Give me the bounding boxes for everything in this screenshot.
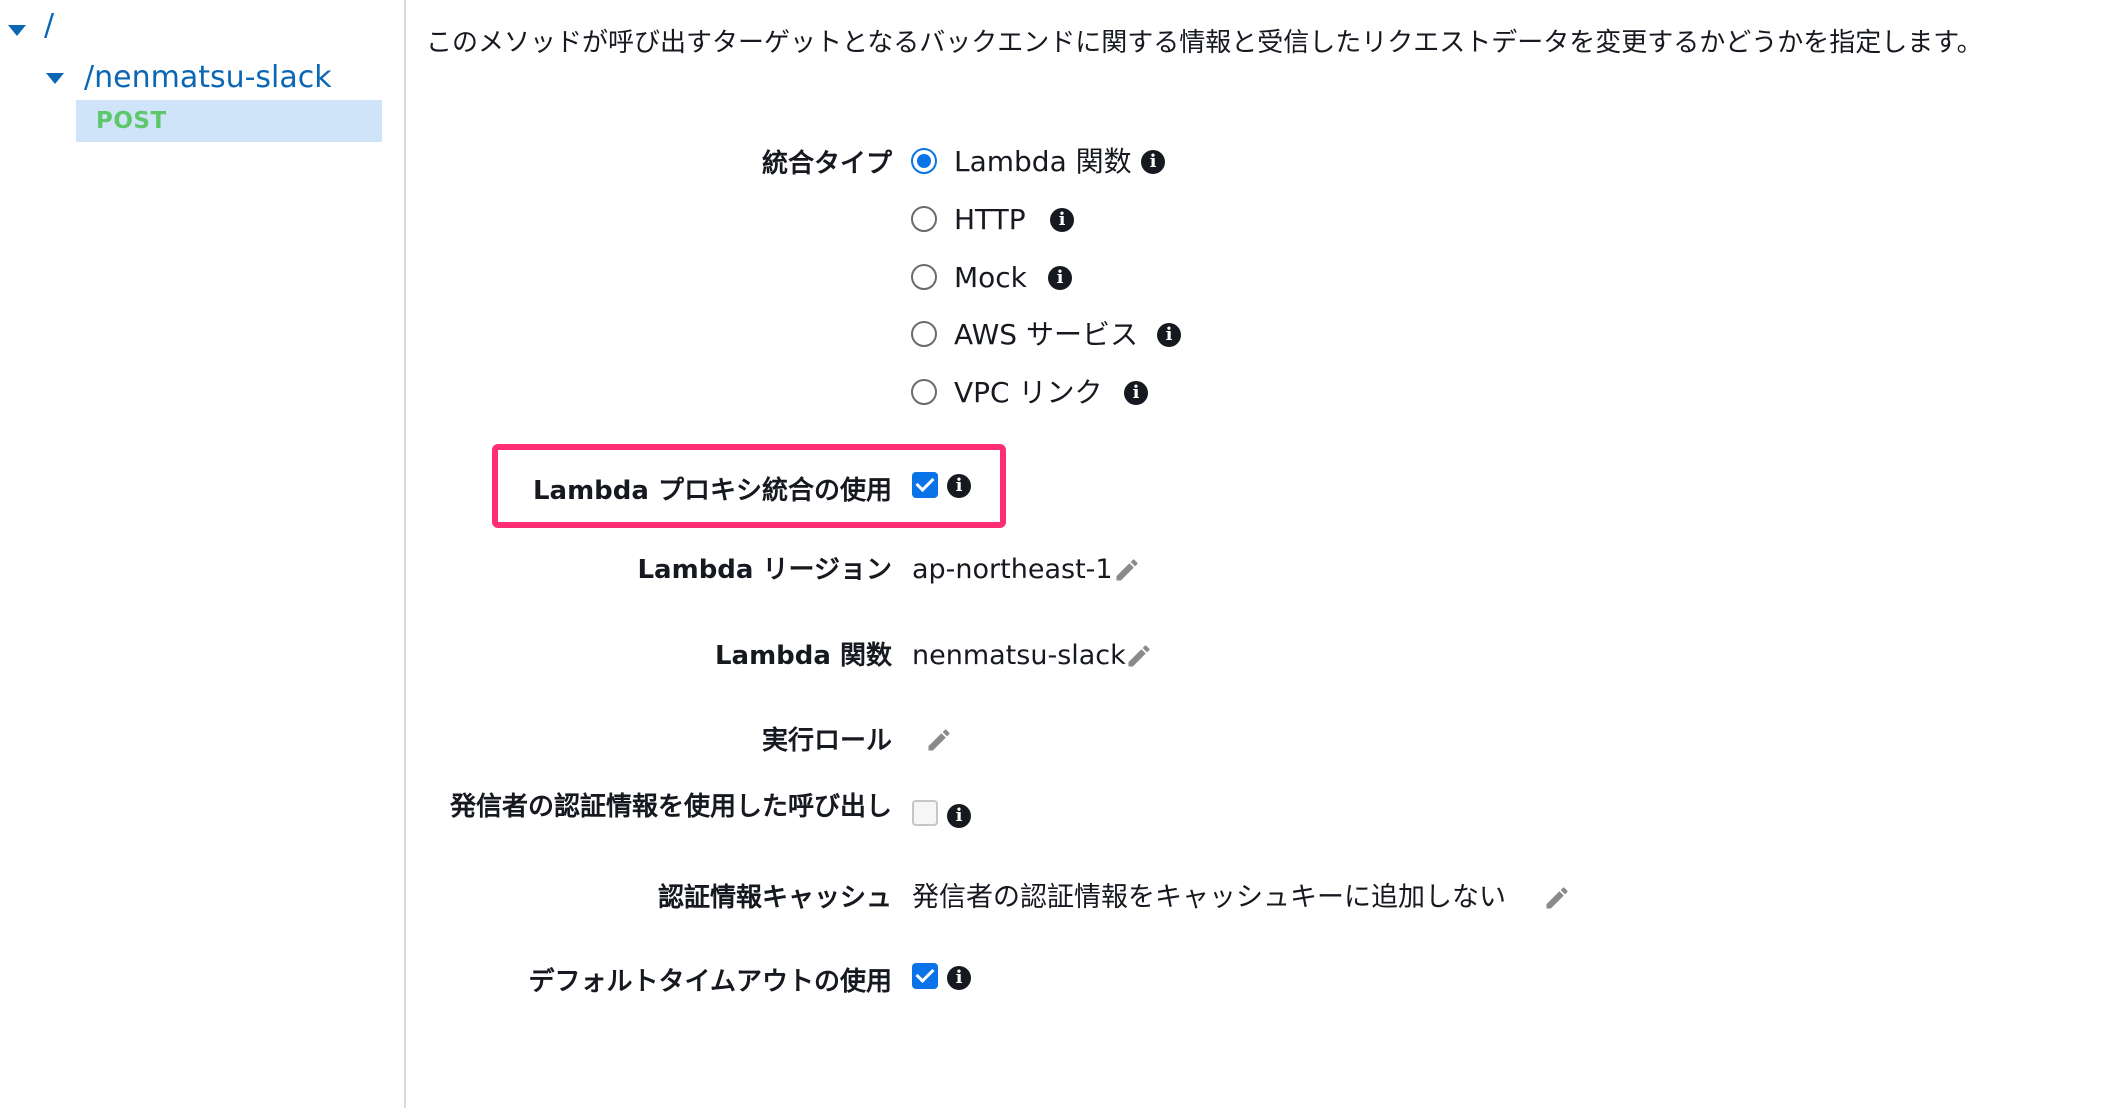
info-icon[interactable]: i (1050, 208, 1074, 232)
default-timeout-label: デフォルトタイムアウトの使用 (528, 967, 892, 997)
page-description: このメソッドが呼び出すターゲットとなるバックエンドに関する情報と受信したリクエス… (426, 28, 1983, 58)
radio-label-lambda-function[interactable]: Lambda 関数 (954, 144, 1132, 180)
tree-root-path[interactable]: / (44, 8, 54, 44)
info-icon[interactable]: i (947, 474, 971, 498)
radio-vpc-link[interactable] (911, 379, 937, 405)
radio-label-vpc-link[interactable]: VPC リンク (954, 375, 1103, 411)
info-icon[interactable]: i (1124, 381, 1148, 405)
radio-lambda-function[interactable] (911, 148, 937, 174)
pencil-icon[interactable] (1543, 884, 1571, 912)
credentials-cache-label: 認証情報キャッシュ (657, 883, 892, 913)
execution-role-label: 実行ロール (761, 726, 892, 756)
radio-label-mock[interactable]: Mock (954, 260, 1027, 296)
lambda-proxy-label: Lambda プロキシ統合の使用 (532, 476, 892, 506)
info-icon[interactable]: i (1048, 266, 1072, 290)
tree-resource-path[interactable]: /nenmatsu-slack (84, 60, 332, 96)
radio-label-aws-service[interactable]: AWS サービス (954, 317, 1138, 353)
lambda-region-label: Lambda リージョン (637, 555, 892, 585)
method-label: POST (96, 108, 167, 134)
lambda-function-value: nenmatsu-slack (912, 640, 1126, 671)
info-icon[interactable]: i (947, 804, 971, 828)
caller-credentials-checkbox[interactable] (912, 800, 938, 826)
credentials-cache-value: 発信者の認証情報をキャッシュキーに追加しない (912, 882, 1506, 913)
lambda-proxy-checkbox[interactable] (912, 472, 938, 498)
info-icon[interactable]: i (1141, 150, 1165, 174)
integration-type-label: 統合タイプ (761, 149, 892, 179)
caret-down-icon[interactable] (8, 25, 26, 36)
radio-mock[interactable] (911, 264, 937, 290)
radio-label-http[interactable]: HTTP (954, 202, 1026, 238)
radio-http[interactable] (911, 206, 937, 232)
pencil-icon[interactable] (1113, 556, 1141, 584)
pencil-icon[interactable] (1125, 642, 1153, 670)
tree-method-post[interactable]: POST (76, 100, 382, 142)
panel-divider (404, 0, 406, 1108)
caller-credentials-label: 発信者の認証情報を使用した呼び出し (449, 792, 892, 822)
lambda-region-value: ap-northeast-1 (912, 554, 1113, 585)
default-timeout-checkbox[interactable] (912, 963, 938, 989)
caret-down-icon[interactable] (46, 73, 64, 84)
radio-aws-service[interactable] (911, 321, 937, 347)
lambda-function-label: Lambda 関数 (714, 641, 892, 671)
info-icon[interactable]: i (1157, 323, 1181, 347)
info-icon[interactable]: i (947, 966, 971, 990)
pencil-icon[interactable] (925, 726, 953, 754)
